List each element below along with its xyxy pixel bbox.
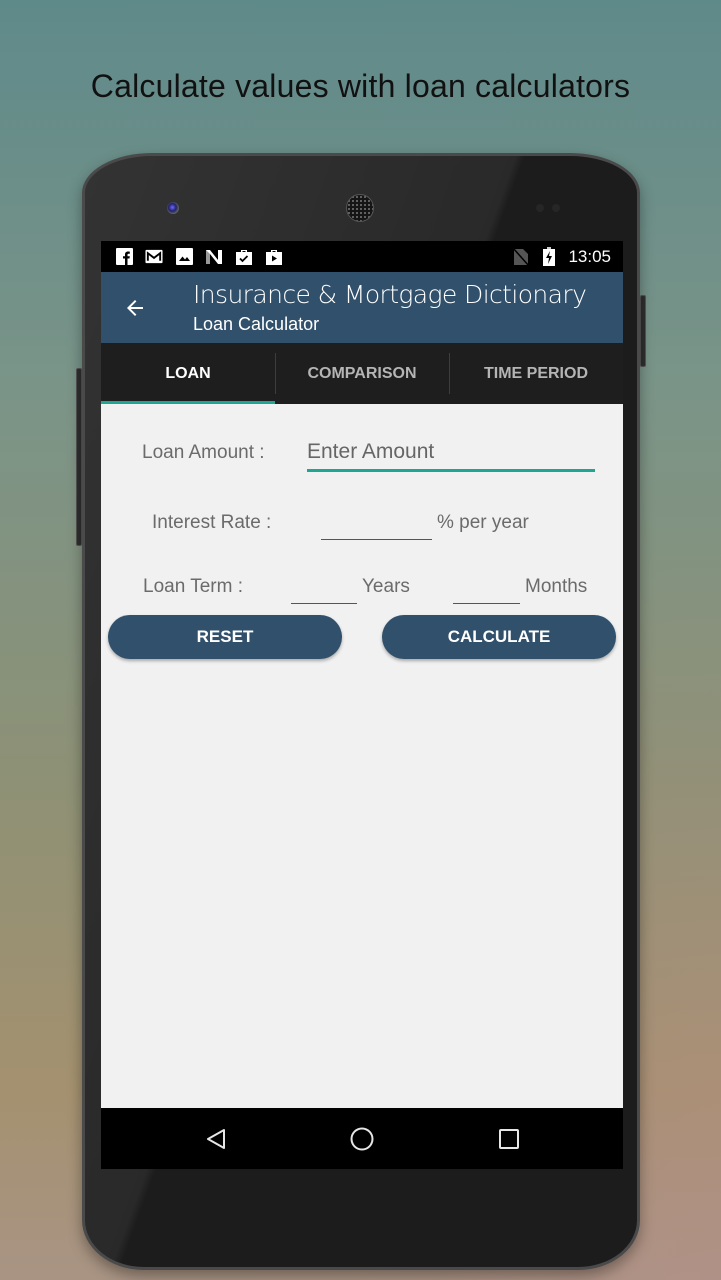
status-time: 13:05 xyxy=(568,246,611,266)
app-bar: Insurance & Mortgage Dictionary Loan Cal… xyxy=(101,272,623,343)
tab-bar: LOAN COMPARISON TIME PERIOD xyxy=(101,343,623,404)
earpiece-speaker-icon xyxy=(346,194,374,222)
app-title: Insurance & Mortgage Dictionary xyxy=(193,280,587,309)
image-icon xyxy=(175,248,193,266)
status-bar: 13:05 xyxy=(101,241,623,272)
promo-headline: Calculate values with loan calculators xyxy=(90,68,631,104)
calculate-button[interactable]: CALCULATE xyxy=(382,615,616,659)
reset-button[interactable]: RESET xyxy=(108,615,342,659)
loan-term-label: Loan Term : xyxy=(143,576,243,597)
loan-amount-label: Loan Amount : xyxy=(142,442,265,463)
nav-recents-button[interactable] xyxy=(495,1125,523,1153)
tab-time-period[interactable]: TIME PERIOD xyxy=(449,343,623,404)
phone-power-button xyxy=(640,295,646,367)
play-store-icon xyxy=(265,248,283,266)
nav-home-button[interactable] xyxy=(348,1125,376,1153)
loan-term-years-input[interactable] xyxy=(291,568,357,604)
page-subtitle: Loan Calculator xyxy=(193,314,320,334)
proximity-sensor-icon xyxy=(536,204,544,212)
triangle-back-icon xyxy=(207,1129,225,1149)
interest-rate-input[interactable] xyxy=(321,504,432,540)
briefcase-check-icon xyxy=(235,248,253,266)
navigation-bar xyxy=(101,1108,623,1169)
device-screen: 13:05 Insurance & Mortgage Dictionary Lo… xyxy=(101,241,623,1169)
no-sim-icon xyxy=(512,247,530,266)
tab-comparison[interactable]: COMPARISON xyxy=(275,343,449,404)
tab-loan[interactable]: LOAN xyxy=(101,343,275,404)
square-recents-icon xyxy=(499,1129,519,1149)
back-button[interactable] xyxy=(121,294,149,322)
interest-rate-label: Interest Rate : xyxy=(152,512,272,533)
months-label: Months xyxy=(525,576,588,597)
years-label: Years xyxy=(362,576,410,597)
n-app-icon xyxy=(205,248,223,266)
front-camera-icon xyxy=(167,202,179,214)
gmail-icon xyxy=(145,248,163,266)
facebook-icon xyxy=(115,248,133,266)
arrow-left-icon xyxy=(127,300,143,316)
loan-amount-input[interactable] xyxy=(307,434,595,472)
nav-back-button[interactable] xyxy=(202,1125,230,1153)
light-sensor-icon xyxy=(552,204,560,212)
battery-charging-icon xyxy=(540,247,558,266)
circle-home-icon xyxy=(350,1127,374,1151)
loan-term-months-input[interactable] xyxy=(453,568,520,604)
loan-form: Loan Amount : Interest Rate : % per year… xyxy=(101,404,623,1169)
interest-rate-suffix: % per year xyxy=(437,512,529,533)
